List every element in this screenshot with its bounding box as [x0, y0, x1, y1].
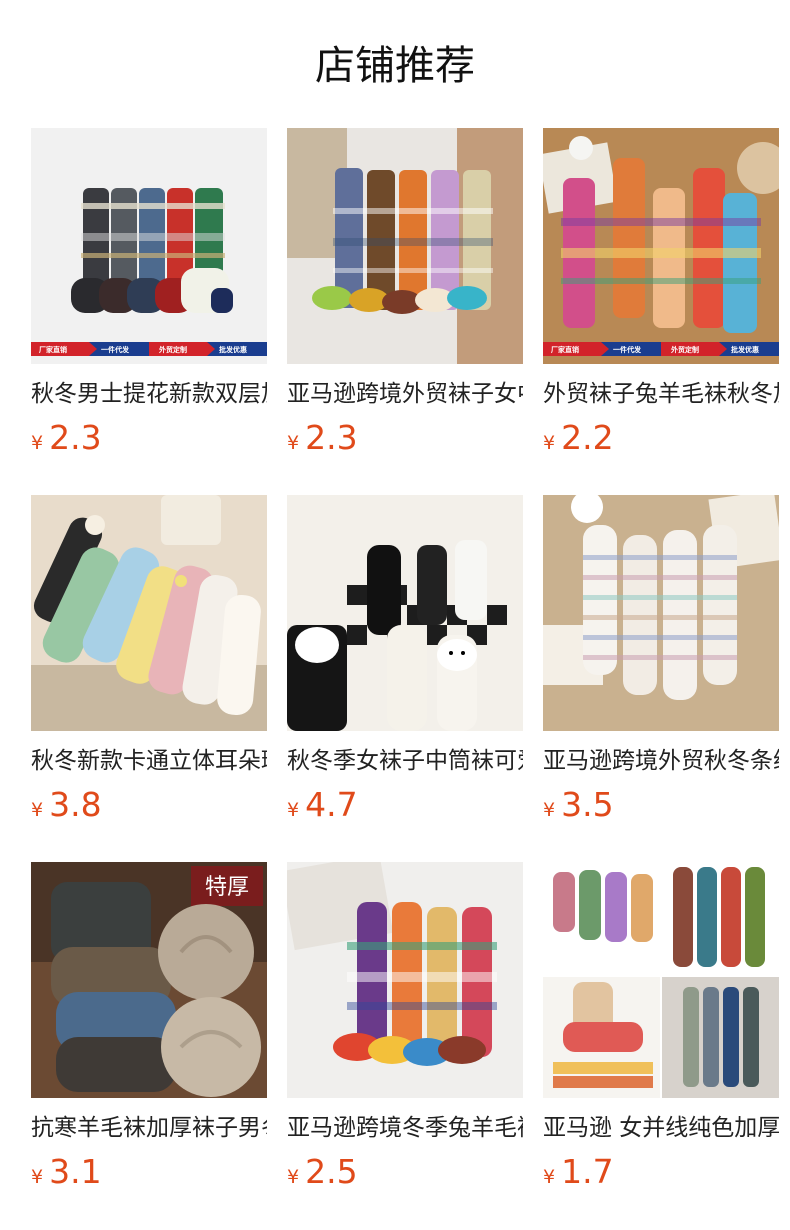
product-card[interactable]: 厂家直销 一件代发 外贸定制 批发优惠 秋冬男士提花新款双层加厚袜子 ¥2.3	[31, 128, 267, 468]
currency-symbol: ¥	[287, 799, 300, 821]
banner-text: 厂家直销	[551, 345, 579, 354]
product-card[interactable]: 特厚 抗寒羊毛袜加厚袜子男冬季 ¥3.1	[31, 862, 267, 1202]
product-price: ¥4.7	[287, 785, 358, 825]
price-value: 2.3	[305, 418, 358, 457]
striped-fleece-socks-image	[543, 495, 779, 731]
nordic-socks-image: 厂家直销 一件代发 外贸定制 批发优惠	[31, 128, 267, 364]
product-card[interactable]: 亚马逊 女并线纯色加厚羊毛袜 ¥1.7	[543, 862, 779, 1202]
currency-symbol: ¥	[543, 799, 556, 821]
black-white-plush-socks-image	[287, 495, 523, 731]
banner-text: 厂家直销	[39, 345, 67, 354]
product-name: 秋冬新款卡通立体耳朵珊瑚绒袜	[31, 748, 267, 774]
price-value: 3.8	[49, 785, 102, 824]
svg-text:外贸定制: 外贸定制	[671, 345, 699, 354]
solid-color-wool-socks-image	[543, 862, 779, 1098]
store-recommendations-page: 店铺推荐 厂家直销 一件代发 外贸定制 批发优惠 秋冬男士提花新款双层 ¥ 2.…	[0, 0, 790, 1230]
svg-text:外贸定制: 外贸定制	[159, 345, 187, 354]
ethnic-pattern-socks-image	[287, 862, 523, 1098]
product-price: ¥2.5	[287, 1152, 358, 1192]
pattern-wool-socks-image: 厂家直销 一件代发 外贸定制 批发优惠	[543, 128, 779, 364]
product-name: 亚马逊跨境外贸秋冬条纹毛绒袜	[543, 748, 779, 774]
product-name: 秋冬男士提花新款双层加厚袜子	[31, 381, 267, 407]
page-title: 店铺推荐	[315, 43, 475, 89]
currency-symbol: ¥	[31, 799, 44, 821]
price-value: 3.5	[561, 785, 614, 824]
product-name: 外贸袜子兔羊毛袜秋冬加厚	[543, 381, 779, 407]
product-name: 亚马逊跨境冬季兔羊毛袜子	[287, 1115, 523, 1141]
cartoon-ear-socks-image	[31, 495, 267, 731]
product-card[interactable]: 亚马逊跨境冬季兔羊毛袜子 ¥2.5	[287, 862, 523, 1202]
price-value: 1.7	[561, 1152, 614, 1191]
currency-symbol: ¥	[287, 432, 300, 454]
price-value: 2.5	[305, 1152, 358, 1191]
price-value: 4.7	[305, 785, 358, 824]
thick-wool-socks-image: 特厚	[31, 862, 267, 1098]
product-card[interactable]: 秋冬新款卡通立体耳朵珊瑚绒袜 ¥3.8	[31, 495, 267, 835]
product-card[interactable]: 厂家直销 一件代发 外贸定制 批发优惠 外贸袜子兔羊毛袜秋冬加厚 ¥2.2	[543, 128, 779, 468]
product-name: 抗寒羊毛袜加厚袜子男冬季	[31, 1115, 267, 1141]
colorful-wool-socks-image	[287, 128, 523, 364]
svg-text:一件代发: 一件代发	[613, 345, 642, 354]
currency-symbol: ¥	[287, 1166, 300, 1188]
product-price: ¥2.3	[31, 418, 102, 458]
price-value: 2.2	[561, 418, 614, 457]
product-name: 亚马逊跨境外贸袜子女中筒袜	[287, 381, 523, 407]
product-price: ¥2.2	[543, 418, 614, 458]
product-card[interactable]: 亚马逊跨境外贸秋冬条纹毛绒袜 ¥3.5	[543, 495, 779, 835]
product-price: ¥3.1	[31, 1152, 102, 1192]
product-name: 亚马逊 女并线纯色加厚羊毛袜	[543, 1115, 779, 1141]
product-card[interactable]: 亚马逊跨境外贸袜子女中筒袜 ¥2.3	[287, 128, 523, 468]
svg-text:批发优惠: 批发优惠	[731, 345, 759, 354]
thickness-tag: 特厚	[205, 875, 249, 900]
currency-symbol: ¥	[543, 432, 556, 454]
svg-text:一件代发: 一件代发	[101, 345, 130, 354]
price-value: 2.3	[49, 418, 102, 457]
product-price: ¥1.7	[543, 1152, 614, 1192]
price-value: 3.1	[49, 1152, 102, 1191]
product-price: ¥3.8	[31, 785, 102, 825]
currency-symbol: ¥	[31, 1166, 44, 1188]
product-price: ¥2.3	[287, 418, 358, 458]
product-card[interactable]: 秋冬季女袜子中筒袜可爱卡通 ¥4.7	[287, 495, 523, 835]
product-price: ¥3.5	[543, 785, 614, 825]
currency-symbol: ¥	[31, 432, 44, 454]
product-name: 秋冬季女袜子中筒袜可爱卡通	[287, 748, 523, 774]
svg-text:批发优惠: 批发优惠	[219, 345, 247, 354]
currency-symbol: ¥	[543, 1166, 556, 1188]
